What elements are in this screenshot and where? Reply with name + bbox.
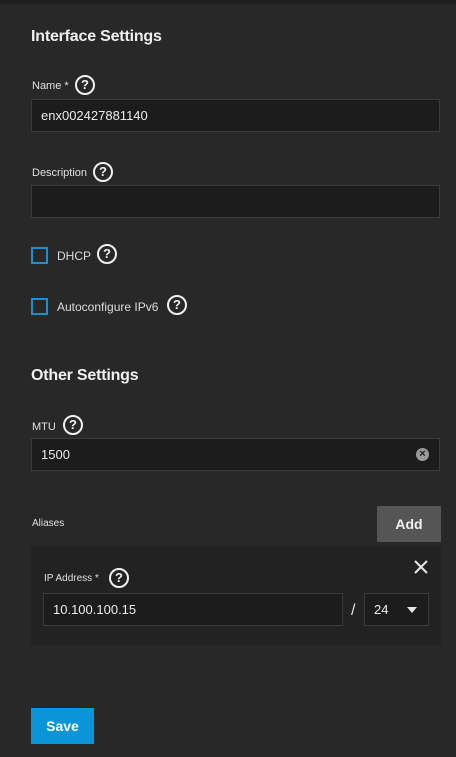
close-icon[interactable] — [412, 558, 430, 576]
description-label: Description — [32, 167, 88, 179]
ip-address-help-icon[interactable]: ? — [109, 568, 129, 588]
mtu-label: MTU — [32, 421, 56, 433]
dhcp-checkbox[interactable] — [31, 247, 48, 264]
dhcp-label: DHCP — [57, 248, 92, 263]
description-input[interactable] — [31, 185, 440, 218]
top-divider — [0, 0, 456, 4]
name-help-icon[interactable]: ? — [75, 75, 95, 95]
ip-address-label-text: IP Address — [44, 573, 93, 584]
save-button[interactable]: Save — [31, 708, 94, 744]
netmask-value: 24 — [374, 602, 389, 617]
ip-address-label: IP Address * — [44, 573, 99, 584]
name-label: Name * — [32, 80, 69, 92]
mtu-input-value: 1500 — [41, 447, 70, 462]
autoconfigure-ipv6-label: Autoconfigure IPv6 — [57, 299, 159, 314]
autoconfigure-ipv6-checkbox[interactable] — [31, 298, 48, 315]
netmask-separator: / — [351, 602, 356, 619]
mtu-input[interactable]: 1500 × — [31, 438, 440, 471]
ip-address-value: 10.100.100.15 — [53, 602, 137, 617]
clear-icon[interactable]: × — [416, 448, 429, 461]
autoconfigure-ipv6-help-icon[interactable]: ? — [167, 295, 187, 315]
chevron-down-icon — [407, 607, 417, 613]
dhcp-row[interactable]: DHCP — [31, 247, 91, 264]
ip-required-mark: * — [94, 573, 99, 584]
name-input[interactable]: enx002427881140 — [31, 99, 440, 132]
netmask-select[interactable]: 24 — [364, 593, 429, 626]
autoconfigure-ipv6-row[interactable]: Autoconfigure IPv6 — [31, 298, 158, 315]
alias-item: IP Address * ? 10.100.100.15 / 24 — [31, 546, 441, 645]
add-alias-button[interactable]: Add — [377, 506, 441, 542]
aliases-label: Aliases — [32, 518, 65, 529]
dhcp-help-icon[interactable]: ? — [97, 244, 117, 264]
ip-address-input[interactable]: 10.100.100.15 — [43, 593, 343, 626]
required-mark: * — [64, 80, 69, 92]
name-label-text: Name — [32, 80, 62, 92]
interface-settings-title: Interface Settings — [31, 28, 162, 45]
description-help-icon[interactable]: ? — [93, 162, 113, 182]
name-input-value: enx002427881140 — [41, 108, 148, 123]
other-settings-title: Other Settings — [31, 367, 139, 384]
mtu-help-icon[interactable]: ? — [63, 415, 83, 435]
